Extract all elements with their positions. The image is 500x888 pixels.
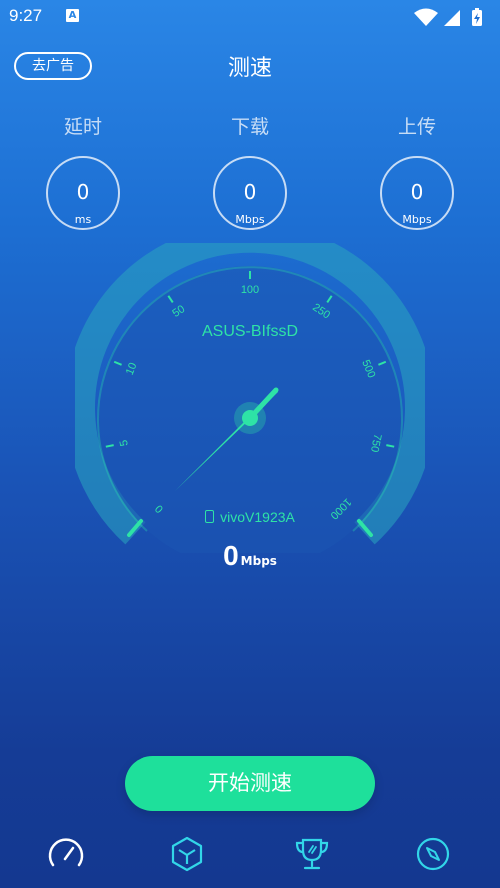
status-icons [414, 8, 482, 26]
start-test-button[interactable]: 开始测速 [125, 756, 375, 811]
speed-readout: 0 Mbps [0, 540, 500, 572]
compass-icon[interactable] [413, 834, 453, 874]
notification-icon: A [66, 9, 79, 22]
wifi-icon [414, 8, 438, 26]
header: 去广告 测速 [0, 44, 500, 88]
latency-metric: 延时 0 ms [43, 112, 123, 230]
latency-circle: 0 ms [46, 156, 120, 230]
device-row: vivoV1923A [75, 509, 425, 525]
download-unit: Mbps [235, 213, 265, 226]
signal-icon [444, 10, 460, 26]
speed-value: 0 [223, 540, 239, 571]
page-title: 测速 [227, 56, 272, 81]
upload-value: 0 [410, 180, 424, 204]
speedometer-icon[interactable] [46, 834, 86, 874]
device-name: vivoV1923A [220, 509, 295, 525]
download-value: 0 [243, 180, 257, 204]
upload-label: 上传 [397, 116, 436, 138]
upload-metric: 上传 0 Mbps [377, 112, 457, 230]
status-time: 9:27 [9, 6, 43, 25]
download-circle: 0 Mbps [213, 156, 287, 230]
latency-value: 0 [76, 180, 90, 204]
latency-label: 延时 [63, 116, 102, 138]
upload-circle: 0 Mbps [380, 156, 454, 230]
needle-hub [242, 410, 258, 426]
gauge-tick-label: 100 [241, 284, 259, 296]
upload-unit: Mbps [402, 213, 432, 226]
phone-icon [205, 510, 215, 523]
download-metric: 下载 0 Mbps [210, 112, 290, 230]
network-name: ASUS-BIfssD [201, 323, 298, 340]
gauge-graphic: 0510501002505007501000 [75, 243, 425, 553]
download-label: 下载 [230, 116, 269, 138]
speed-unit: Mbps [240, 554, 277, 568]
battery-icon [472, 8, 482, 26]
trophy-icon[interactable] [292, 834, 332, 874]
bottom-nav [0, 830, 500, 880]
latency-unit: ms [74, 213, 92, 226]
cube-icon[interactable] [167, 834, 207, 874]
speed-gauge: 0 5 10 50 100 250 500 750 1000 ASUS-BIfssD vivoV… [75, 243, 425, 553]
status-bar: 9:27 A [0, 0, 500, 34]
